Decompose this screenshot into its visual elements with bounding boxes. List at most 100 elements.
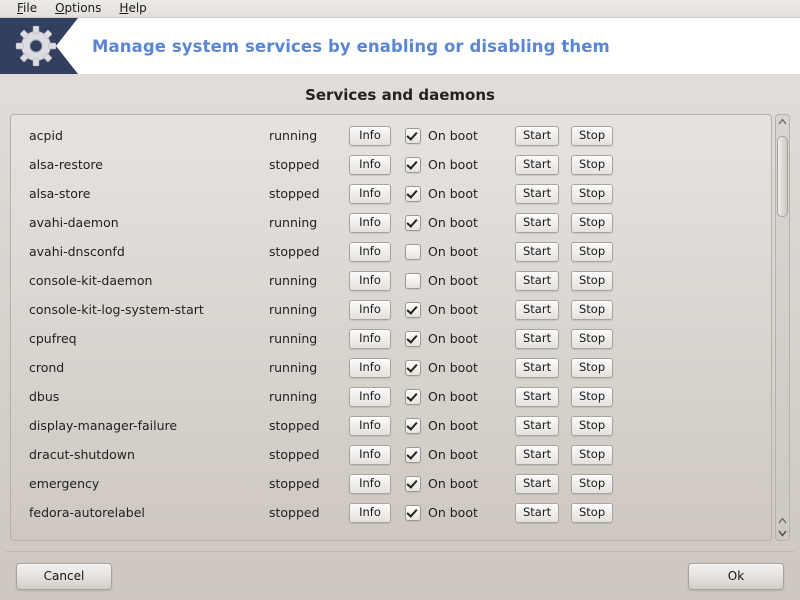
on-boot-checkbox[interactable] (405, 185, 421, 202)
info-button[interactable]: Info (349, 154, 391, 175)
table-row[interactable]: cpufreq running Info On boot Start Stop (11, 324, 771, 353)
scrollbar-track[interactable] (777, 128, 788, 514)
stop-button[interactable]: Stop (571, 502, 614, 523)
start-button[interactable]: Start (515, 241, 560, 262)
table-row[interactable]: crond running Info On boot Start Stop (11, 353, 771, 382)
stop-button[interactable]: Stop (571, 154, 614, 175)
ok-button[interactable]: Ok (688, 562, 784, 590)
scrollbar-down-arrow[interactable] (776, 527, 789, 540)
table-row[interactable]: dbus running Info On boot Start Stop (11, 382, 771, 411)
scrollbar-up-arrow-bottom[interactable] (776, 514, 789, 527)
on-boot-checkbox[interactable] (405, 272, 421, 289)
info-button[interactable]: Info (349, 299, 391, 320)
stop-button[interactable]: Stop (571, 299, 614, 320)
menu-help-rest: elp (128, 1, 147, 15)
services-scrollbar[interactable] (775, 114, 790, 541)
menu-item-help[interactable]: Help (110, 0, 155, 17)
on-boot-checkbox[interactable] (405, 214, 421, 231)
scrollbar-thumb[interactable] (777, 135, 788, 217)
info-button[interactable]: Info (349, 502, 391, 523)
service-status: running (269, 360, 318, 375)
stop-button[interactable]: Stop (571, 328, 614, 349)
service-name: console-kit-log-system-start (29, 302, 204, 317)
table-row[interactable]: emergency stopped Info On boot Start Stop (11, 469, 771, 498)
on-boot-checkbox[interactable] (405, 243, 421, 260)
start-button[interactable]: Start (515, 270, 560, 291)
table-row[interactable]: acpid running Info On boot Start Stop (11, 121, 771, 150)
stop-button[interactable]: Stop (571, 386, 614, 407)
footer-bar: Cancel Ok (0, 552, 800, 600)
stop-button[interactable]: Stop (571, 241, 614, 262)
on-boot-checkbox[interactable] (405, 388, 421, 405)
table-row[interactable]: display-manager-failure stopped Info On boo… (11, 411, 771, 440)
start-button[interactable]: Start (515, 212, 560, 233)
start-button[interactable]: Start (515, 357, 560, 378)
start-button[interactable]: Start (515, 125, 560, 146)
start-button[interactable]: Start (515, 183, 560, 204)
service-name: emergency (29, 476, 100, 491)
service-status: stopped (269, 418, 320, 433)
on-boot-label: On boot (428, 128, 478, 143)
menu-options-rest: ptions (64, 1, 102, 15)
on-boot-checkbox[interactable] (405, 127, 421, 144)
info-button[interactable]: Info (349, 473, 391, 494)
start-button[interactable]: Start (515, 502, 560, 523)
info-button[interactable]: Info (349, 125, 391, 146)
on-boot-label: On boot (428, 418, 478, 433)
start-button[interactable]: Start (515, 444, 560, 465)
on-boot-checkbox[interactable] (405, 330, 421, 347)
on-boot-checkbox[interactable] (405, 301, 421, 318)
info-button[interactable]: Info (349, 183, 391, 204)
service-status: running (269, 389, 318, 404)
table-row[interactable]: console-kit-log-system-start running Info O… (11, 295, 771, 324)
on-boot-checkbox[interactable] (405, 359, 421, 376)
start-button[interactable]: Start (515, 299, 560, 320)
on-boot-checkbox[interactable] (405, 156, 421, 173)
start-button[interactable]: Start (515, 154, 560, 175)
info-button[interactable]: Info (349, 270, 391, 291)
on-boot-checkbox[interactable] (405, 446, 421, 463)
start-button[interactable]: Start (515, 386, 560, 407)
services-list-panel: acpid running Info On boot Start Stop alsa-res… (10, 114, 772, 541)
on-boot-checkbox[interactable] (405, 475, 421, 492)
banner-notch (56, 18, 78, 74)
info-button[interactable]: Info (349, 415, 391, 436)
service-status: running (269, 302, 318, 317)
on-boot-checkbox[interactable] (405, 417, 421, 434)
stop-button[interactable]: Stop (571, 444, 614, 465)
start-button[interactable]: Start (515, 328, 560, 349)
table-row[interactable]: fedora-autorelabel stopped Info On boot Star… (11, 498, 771, 527)
info-button[interactable]: Info (349, 212, 391, 233)
table-row[interactable]: avahi-daemon running Info On boot Start Stop (11, 208, 771, 237)
table-row[interactable]: avahi-dnsconfd stopped Info On boot Start Sto… (11, 237, 771, 266)
table-row[interactable]: alsa-store stopped Info On boot Start Stop (11, 179, 771, 208)
stop-button[interactable]: Stop (571, 357, 614, 378)
stop-button[interactable]: Stop (571, 270, 614, 291)
stop-button[interactable]: Stop (571, 183, 614, 204)
info-button[interactable]: Info (349, 386, 391, 407)
start-button[interactable]: Start (515, 415, 560, 436)
start-button[interactable]: Start (515, 473, 560, 494)
scrollbar-up-arrow-top[interactable] (776, 115, 789, 128)
menu-item-file[interactable]: File (8, 0, 46, 17)
on-boot-label: On boot (428, 273, 478, 288)
on-boot-checkbox[interactable] (405, 504, 421, 521)
info-button[interactable]: Info (349, 328, 391, 349)
on-boot-label: On boot (428, 244, 478, 259)
stop-button[interactable]: Stop (571, 473, 614, 494)
menu-file-rest: ile (23, 1, 38, 15)
on-boot-label: On boot (428, 360, 478, 375)
info-button[interactable]: Info (349, 357, 391, 378)
banner-title: Manage system services by enabling or di… (92, 36, 610, 56)
table-row[interactable]: alsa-restore stopped Info On boot Start Stop (11, 150, 771, 179)
stop-button[interactable]: Stop (571, 415, 614, 436)
cancel-button[interactable]: Cancel (16, 562, 112, 590)
table-row[interactable]: console-kit-daemon running Info On boot Star… (11, 266, 771, 295)
menu-item-options[interactable]: Options (46, 0, 110, 17)
stop-button[interactable]: Stop (571, 212, 614, 233)
stop-button[interactable]: Stop (571, 125, 614, 146)
info-button[interactable]: Info (349, 444, 391, 465)
on-boot-label: On boot (428, 389, 478, 404)
table-row[interactable]: dracut-shutdown stopped Info On boot Start St… (11, 440, 771, 469)
info-button[interactable]: Info (349, 241, 391, 262)
